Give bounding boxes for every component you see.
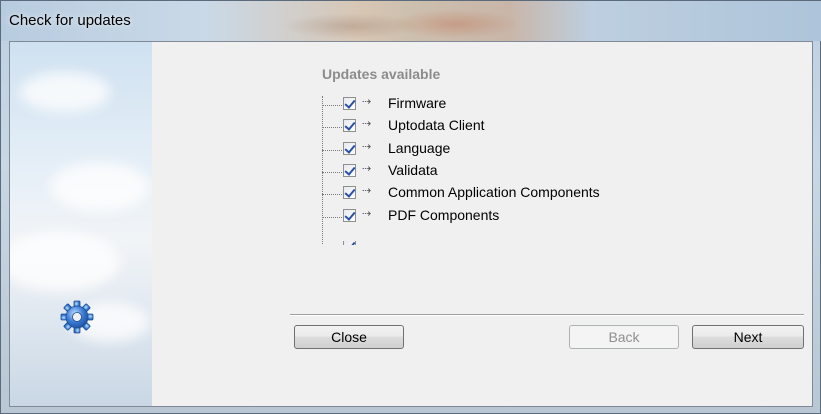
tree-item-firmware[interactable]: ⇢ Firmware [322, 94, 722, 116]
tree-connector [322, 127, 342, 128]
cloud-decoration [50, 162, 150, 212]
uptodata-client-checkbox[interactable] [343, 119, 356, 132]
tree-item-language[interactable]: ⇢ Language [322, 139, 722, 161]
validata-checkbox[interactable] [343, 164, 356, 177]
tree-item-label: Uptodata Client [388, 117, 485, 133]
gear-icon [60, 300, 94, 334]
tree-item-label: Common Application Components [388, 184, 600, 200]
firmware-checkbox[interactable] [343, 97, 356, 110]
side-banner-image [10, 42, 152, 406]
back-button[interactable]: Back [569, 325, 679, 349]
common-application-components-checkbox[interactable] [343, 186, 356, 199]
tree-connector [322, 194, 342, 195]
tree-item-label: PDF Components [388, 207, 500, 223]
partial-checkbox[interactable] [343, 241, 356, 245]
dashed-arrow-icon: ⇢ [362, 96, 372, 108]
close-button[interactable]: Close [294, 325, 404, 349]
language-checkbox[interactable] [343, 142, 356, 155]
dashed-arrow-icon: ⇢ [362, 163, 372, 175]
dashed-arrow-icon: ⇢ [362, 208, 372, 220]
tree-connector [322, 172, 342, 173]
tree-item-label: Validata [388, 162, 438, 178]
next-button[interactable]: Next [692, 325, 804, 349]
tree-item-label: Language [388, 140, 451, 156]
tree-connector [322, 105, 342, 106]
wizard-page: Updates available ⇢ Firmware ⇢ Uptodata … [152, 42, 812, 406]
cloud-decoration [10, 232, 120, 292]
dashed-arrow-icon: ⇢ [362, 118, 372, 130]
titlebar-background-blur [391, 9, 521, 39]
updates-tree[interactable]: ⇢ Firmware ⇢ Uptodata Client ⇢ Language [322, 94, 746, 245]
title-bar[interactable]: Check for updates [1, 1, 821, 41]
tree-item-common-application-components[interactable]: ⇢ Common Application Components [322, 183, 722, 205]
tree-item-label: Firmware [388, 95, 447, 111]
dashed-arrow-icon: ⇢ [362, 185, 372, 197]
tree-item-pdf-components[interactable]: ⇢ PDF Components [322, 206, 722, 228]
tree-connector [322, 217, 342, 218]
button-separator [290, 314, 804, 315]
dialog-client-area: Updates available ⇢ Firmware ⇢ Uptodata … [9, 41, 813, 407]
cloud-decoration [20, 72, 110, 112]
window-title: Check for updates [9, 12, 131, 29]
tree-item-uptodata-client[interactable]: ⇢ Uptodata Client [322, 116, 722, 138]
pdf-components-checkbox[interactable] [343, 209, 356, 222]
tree-connector [322, 150, 342, 151]
tree-item-validata[interactable]: ⇢ Validata [322, 161, 722, 183]
updates-heading: Updates available [322, 66, 441, 82]
window-frame: Check for updates Updates available ⇢ Fi… [0, 0, 821, 414]
tree-item-partially-visible[interactable] [322, 241, 722, 245]
dashed-arrow-icon: ⇢ [362, 141, 372, 153]
